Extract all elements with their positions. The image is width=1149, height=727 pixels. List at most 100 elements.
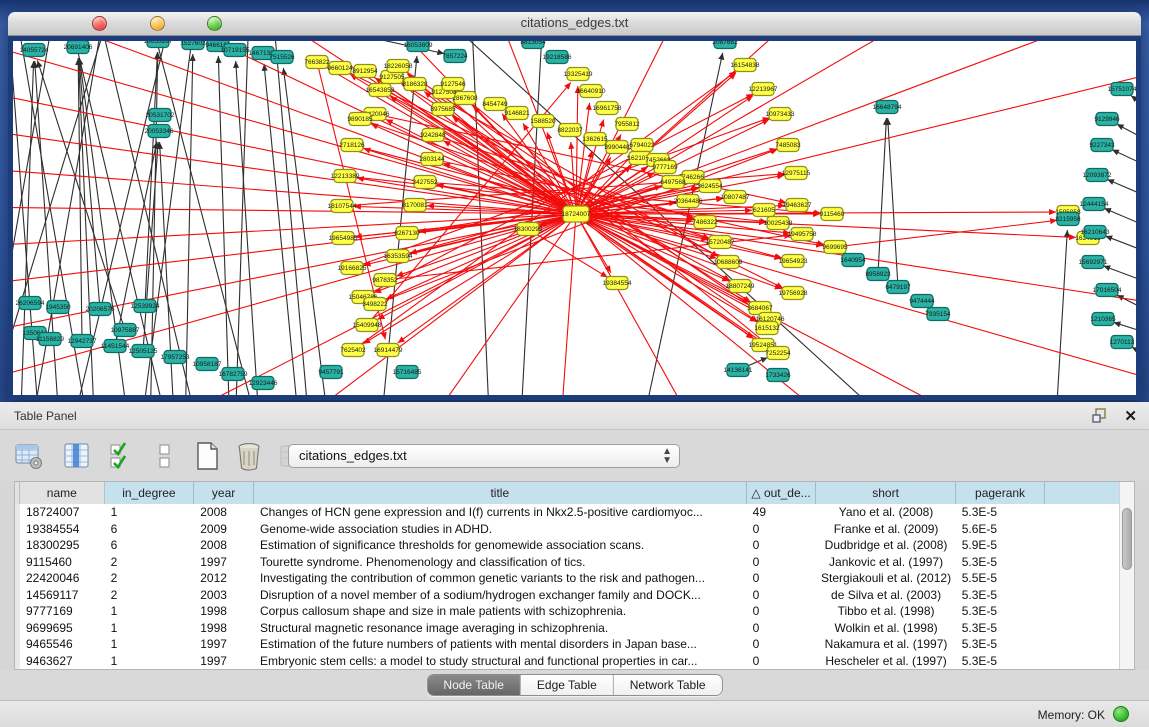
- graph-node[interactable]: 9699695: [822, 241, 848, 254]
- cell-out_de[interactable]: 0: [747, 620, 817, 637]
- graph-node[interactable]: 8215958: [1055, 213, 1081, 226]
- column-header-pagerank[interactable]: pagerank: [956, 482, 1046, 504]
- vertical-scrollbar[interactable]: [1119, 482, 1134, 669]
- create-column-button[interactable]: [192, 441, 222, 471]
- graph-node[interactable]: 19654985: [329, 232, 358, 245]
- graph-node[interactable]: 8267130: [394, 227, 420, 240]
- cell-name[interactable]: 9115460: [20, 554, 105, 571]
- network-canvas[interactable]: 1872400718300295193845541332541916640910…: [13, 41, 1136, 395]
- select-all-columns-button[interactable]: [108, 441, 138, 471]
- graph-node[interactable]: 9146821: [504, 107, 530, 120]
- graph-node[interactable]: 1270113: [1110, 336, 1135, 349]
- cell-pagerank[interactable]: 5.3E-5: [956, 653, 1046, 670]
- graph-node[interactable]: 12213967: [749, 83, 778, 96]
- graph-node[interactable]: 15751074: [1108, 83, 1136, 96]
- cell-short[interactable]: Wolkin et al. (1998): [816, 620, 955, 637]
- cell-title[interactable]: Disruption of a novel member of a sodium…: [254, 587, 747, 604]
- cell-in_degree[interactable]: 1: [105, 504, 195, 521]
- graph-node[interactable]: 13325419: [564, 68, 593, 81]
- table-source-dropdown[interactable]: citations_edges.txt ▲▼: [288, 444, 680, 468]
- graph-node[interactable]: 8813054: [520, 41, 546, 49]
- cell-year[interactable]: 1998: [194, 603, 254, 620]
- table-row[interactable]: 911546021997Tourette syndrome. Phenomeno…: [15, 554, 1120, 571]
- graph-node[interactable]: 8822037: [557, 124, 583, 137]
- cell-pagerank[interactable]: 5.3E-5: [956, 504, 1046, 521]
- cell-title[interactable]: Embryonic stem cells: a model to study s…: [254, 653, 747, 670]
- cell-pagerank[interactable]: 5.3E-5: [956, 587, 1046, 604]
- cell-year[interactable]: 1997: [194, 653, 254, 670]
- graph-node[interactable]: 17957253: [161, 351, 190, 364]
- graph-node[interactable]: 18300295: [514, 223, 543, 236]
- graph-node[interactable]: 12539924: [131, 300, 160, 313]
- graph-node[interactable]: 16782759: [219, 368, 248, 381]
- graph-node[interactable]: 3498222: [362, 298, 388, 311]
- graph-node[interactable]: 10807487: [721, 191, 750, 204]
- node-table[interactable]: namein_degreeyeartitle△ out_de...shortpa…: [14, 481, 1135, 670]
- graph-node[interactable]: 9129946: [1094, 113, 1120, 126]
- cell-title[interactable]: Corpus callosum shape and size in male p…: [254, 603, 747, 620]
- cell-in_degree[interactable]: 2: [105, 570, 195, 587]
- cell-name[interactable]: 9777169: [20, 603, 105, 620]
- graph-node[interactable]: 7485083: [775, 139, 801, 152]
- unselect-all-columns-button[interactable]: [150, 441, 180, 471]
- cell-year[interactable]: 2008: [194, 537, 254, 554]
- table-row[interactable]: 2242004622012Investigating the contribut…: [15, 570, 1120, 587]
- cell-filler[interactable]: [1045, 554, 1120, 571]
- table-mode-button[interactable]: [14, 441, 44, 471]
- table-row[interactable]: 1456911722003Disruption of a novel membe…: [15, 587, 1120, 604]
- graph-node[interactable]: 18107544: [328, 200, 357, 213]
- graph-node[interactable]: 15716485: [393, 366, 422, 379]
- graph-node[interactable]: 1527602: [180, 41, 206, 50]
- table-row[interactable]: 969969511998Structural magnetic resonanc…: [15, 620, 1120, 637]
- graph-node[interactable]: 2087682: [712, 41, 738, 49]
- cell-pagerank[interactable]: 5.3E-5: [956, 603, 1046, 620]
- graph-node[interactable]: 9660124: [327, 62, 353, 75]
- cell-title[interactable]: Changes of HCN gene expression and I(f) …: [254, 504, 747, 521]
- cell-filler[interactable]: [1045, 636, 1120, 653]
- cell-name[interactable]: 19384554: [20, 521, 105, 538]
- graph-node[interactable]: 16053809: [404, 41, 433, 52]
- graph-node[interactable]: 19218586: [543, 51, 572, 64]
- cell-filler[interactable]: [1045, 504, 1120, 521]
- graph-node[interactable]: 16648794: [873, 101, 902, 114]
- column-header-title[interactable]: title: [254, 482, 747, 504]
- graph-node[interactable]: 16210643: [1081, 226, 1110, 239]
- cell-title[interactable]: Estimation of the future numbers of pati…: [254, 636, 747, 653]
- graph-node[interactable]: 18226058: [384, 60, 413, 73]
- tab-network-table[interactable]: Network Table: [614, 675, 722, 695]
- cell-in_degree[interactable]: 2: [105, 554, 195, 571]
- graph-node[interactable]: 7625402: [340, 344, 366, 357]
- cell-out_de[interactable]: 0: [747, 603, 817, 620]
- graph-node[interactable]: 7486322: [692, 216, 718, 229]
- network-window-titlebar[interactable]: citations_edges.txt: [8, 12, 1141, 36]
- graph-node[interactable]: 1210365: [1090, 313, 1116, 326]
- float-panel-icon[interactable]: [1092, 408, 1109, 424]
- graph-node[interactable]: 18724007: [562, 206, 591, 222]
- table-row[interactable]: 1830029562008Estimation of significance …: [15, 537, 1120, 554]
- graph-node[interactable]: 9474444: [909, 295, 935, 308]
- cell-short[interactable]: de Silva et al. (2003): [816, 587, 955, 604]
- graph-node[interactable]: 19495758: [788, 228, 817, 241]
- graph-node[interactable]: 7252254: [765, 347, 791, 360]
- cell-out_de[interactable]: 0: [747, 537, 817, 554]
- cell-out_de[interactable]: 0: [747, 636, 817, 653]
- graph-node[interactable]: 7663822: [304, 56, 330, 69]
- tab-node-table[interactable]: Node Table: [427, 675, 521, 695]
- cell-title[interactable]: Structural magnetic resonance image aver…: [254, 620, 747, 637]
- graph-node[interactable]: 10653287: [144, 41, 173, 48]
- column-header-filler[interactable]: [1045, 482, 1120, 504]
- graph-node[interactable]: 8186328: [402, 78, 428, 91]
- cell-year[interactable]: 2008: [194, 504, 254, 521]
- cell-name[interactable]: 18724007: [20, 504, 105, 521]
- graph-node[interactable]: 19463627: [783, 199, 812, 212]
- graph-node[interactable]: 11451544: [101, 340, 130, 353]
- cell-name[interactable]: 9465546: [20, 636, 105, 653]
- graph-node[interactable]: 6497568: [660, 176, 686, 189]
- close-panel-icon[interactable]: ✕: [1124, 407, 1137, 425]
- cell-filler[interactable]: [1045, 537, 1120, 554]
- graph-node[interactable]: 12975115: [782, 167, 811, 180]
- cell-short[interactable]: Dudbridge et al. (2008): [816, 537, 955, 554]
- cell-in_degree[interactable]: 1: [105, 603, 195, 620]
- graph-node[interactable]: 20206576: [86, 303, 115, 316]
- cell-short[interactable]: Nakamura et al. (1997): [816, 636, 955, 653]
